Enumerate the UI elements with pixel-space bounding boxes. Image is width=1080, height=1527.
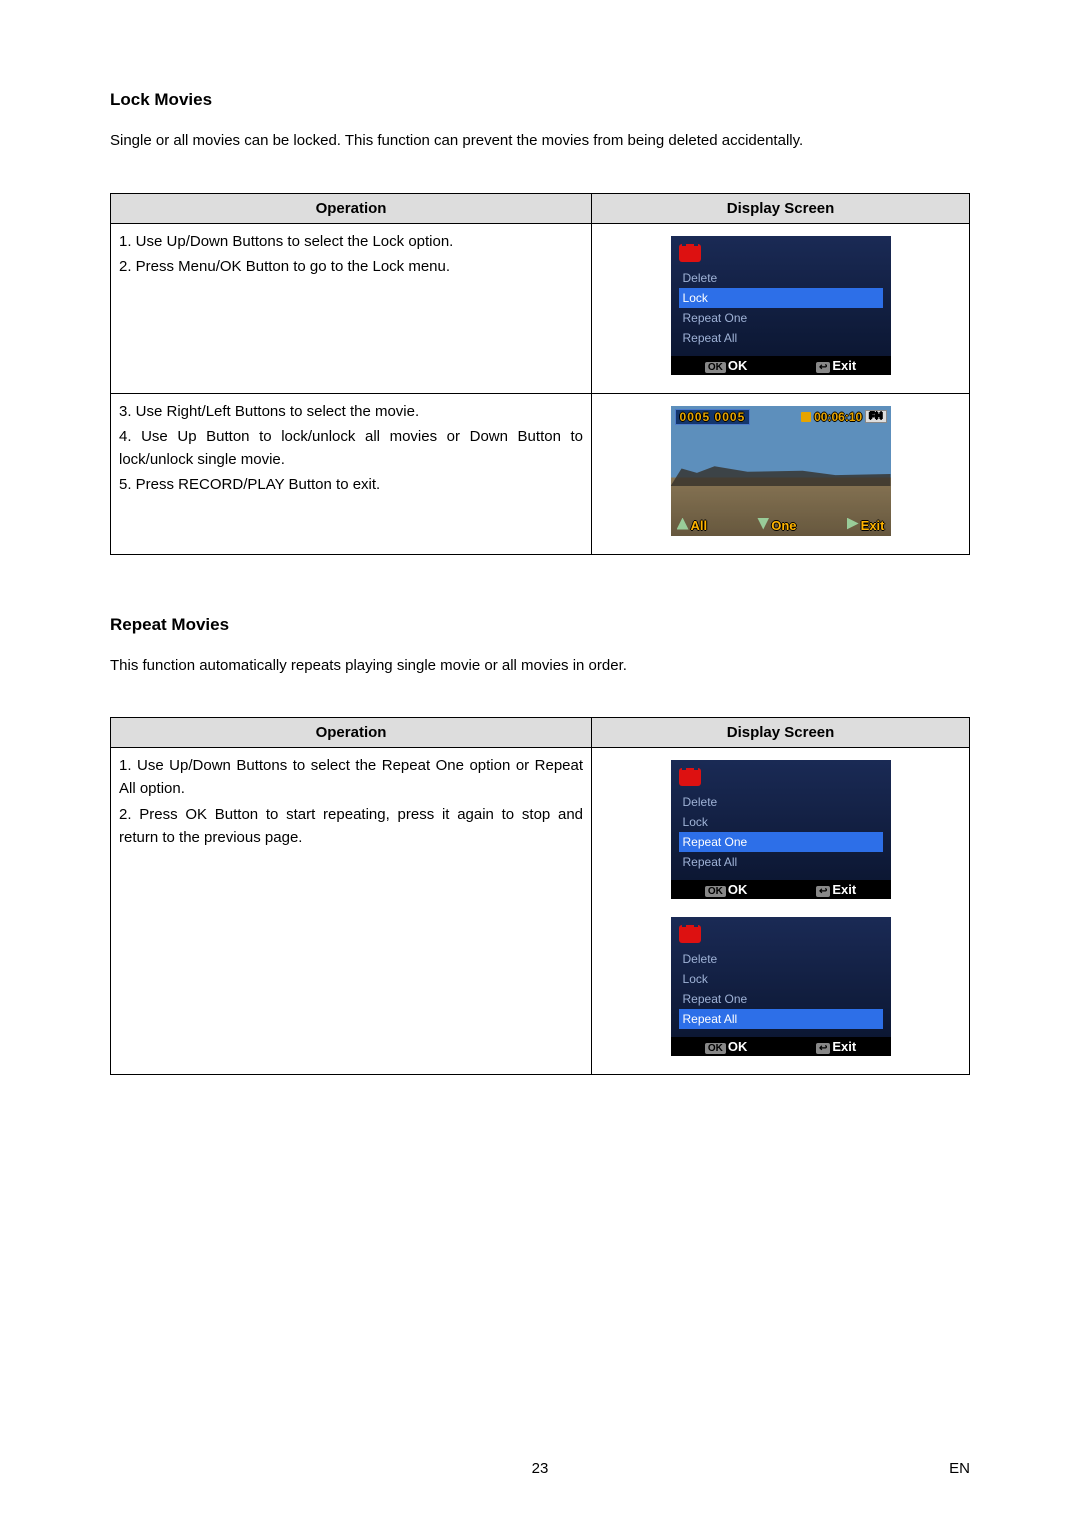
- list-item: 4. Use Up Button to lock/unlock all movi…: [119, 425, 583, 472]
- frame-counter: 0005 0005: [675, 409, 751, 425]
- instruction-list: 3. Use Right/Left Buttons to select the …: [119, 400, 583, 497]
- footer-exit-label: Exit: [832, 358, 856, 373]
- cell-display: Delete Lock Repeat One Repeat All OKOK ↩…: [592, 748, 970, 1075]
- footer-bar: OKOK ↩Exit: [671, 1037, 891, 1056]
- menu-item-repeat-one: Repeat One: [679, 832, 883, 852]
- menu-item-repeat-all: Repeat All: [679, 852, 883, 872]
- heading-repeat-movies: Repeat Movies: [110, 615, 970, 635]
- menu-item-lock: Lock: [679, 288, 883, 308]
- cell-display: 0005 0005 00:06:10 FH All One Exi: [592, 393, 970, 554]
- display-screen-repeat-all: Delete Lock Repeat One Repeat All OKOK ↩…: [671, 917, 891, 1056]
- table-row: 3. Use Right/Left Buttons to select the …: [111, 393, 970, 554]
- cell-operation: 3. Use Right/Left Buttons to select the …: [111, 393, 592, 554]
- ok-pill: OK: [705, 362, 726, 373]
- table-row: 1. Use Up/Down Buttons to select the Loc…: [111, 223, 970, 393]
- menu-item-lock: Lock: [679, 812, 883, 832]
- menu-item-delete: Delete: [679, 268, 883, 288]
- menu-item-repeat-all: Repeat All: [679, 1009, 883, 1029]
- list-item: 1. Use Up/Down Buttons to select the Rep…: [119, 754, 583, 801]
- page-footer: 23 EN: [110, 1460, 970, 1477]
- label-all: All: [691, 518, 708, 533]
- footer-ok-label: OK: [728, 882, 748, 897]
- movie-icon: [679, 925, 701, 943]
- display-screen-playback: 0005 0005 00:06:10 FH All One Exi: [671, 406, 891, 536]
- list-item: 3. Use Right/Left Buttons to select the …: [119, 400, 583, 423]
- return-icon: ↩: [816, 362, 830, 373]
- table-repeat: Operation Display Screen 1. Use Up/Down …: [110, 717, 970, 1075]
- menu-item-repeat-one: Repeat One: [679, 308, 883, 328]
- table-lock: Operation Display Screen 1. Use Up/Down …: [110, 193, 970, 555]
- footer-ok-label: OK: [728, 358, 748, 373]
- cell-display: Delete Lock Repeat One Repeat All OKOK ↩…: [592, 223, 970, 393]
- menu-item-delete: Delete: [679, 792, 883, 812]
- cell-operation: 1. Use Up/Down Buttons to select the Loc…: [111, 223, 592, 393]
- right-icon: [847, 518, 859, 530]
- movie-icon: [679, 244, 701, 262]
- instruction-list: 1. Use Up/Down Buttons to select the Loc…: [119, 230, 583, 279]
- table-row: Operation Display Screen: [111, 193, 970, 223]
- display-screen-repeat-one: Delete Lock Repeat One Repeat All OKOK ↩…: [671, 760, 891, 899]
- footer-exit-label: Exit: [832, 1039, 856, 1054]
- col-header-display: Display Screen: [592, 718, 970, 748]
- elapsed-time: 00:06:10: [814, 410, 862, 424]
- menu-item-repeat-one: Repeat One: [679, 989, 883, 1009]
- quality-badge: FH: [865, 410, 886, 423]
- list-item: 1. Use Up/Down Buttons to select the Loc…: [119, 230, 583, 253]
- col-header-operation: Operation: [111, 193, 592, 223]
- menu-item-delete: Delete: [679, 949, 883, 969]
- movie-icon: [679, 768, 701, 786]
- col-header-display: Display Screen: [592, 193, 970, 223]
- up-icon: [677, 518, 689, 530]
- display-screen-lock-menu: Delete Lock Repeat One Repeat All OKOK ↩…: [671, 236, 891, 375]
- footer-bar: OKOK ↩Exit: [671, 880, 891, 899]
- label-exit: Exit: [861, 518, 885, 533]
- label-one: One: [771, 518, 796, 533]
- menu-item-repeat-all: Repeat All: [679, 328, 883, 348]
- ok-pill: OK: [705, 1043, 726, 1054]
- table-row: Operation Display Screen: [111, 718, 970, 748]
- instruction-list: 1. Use Up/Down Buttons to select the Rep…: [119, 754, 583, 849]
- return-icon: ↩: [816, 886, 830, 897]
- page-number: 23: [532, 1460, 549, 1477]
- heading-lock-movies: Lock Movies: [110, 90, 970, 110]
- footer-ok-label: OK: [728, 1039, 748, 1054]
- lock-icon: [801, 412, 811, 422]
- menu-item-lock: Lock: [679, 969, 883, 989]
- list-item: 2. Press Menu/OK Button to go to the Loc…: [119, 255, 583, 278]
- paragraph-lock-lead: Single or all movies can be locked. This…: [110, 130, 970, 153]
- footer-exit-label: Exit: [832, 882, 856, 897]
- table-row: 1. Use Up/Down Buttons to select the Rep…: [111, 748, 970, 1075]
- ok-pill: OK: [705, 886, 726, 897]
- col-header-operation: Operation: [111, 718, 592, 748]
- page: Lock Movies Single or all movies can be …: [0, 0, 1080, 1527]
- down-icon: [757, 518, 769, 530]
- return-icon: ↩: [816, 1043, 830, 1054]
- list-item: 5. Press RECORD/PLAY Button to exit.: [119, 473, 583, 496]
- paragraph-repeat-lead: This function automatically repeats play…: [110, 655, 970, 678]
- page-language: EN: [949, 1460, 970, 1477]
- list-item: 2. Press OK Button to start repeating, p…: [119, 803, 583, 850]
- cell-operation: 1. Use Up/Down Buttons to select the Rep…: [111, 748, 592, 1075]
- footer-bar: OKOK ↩Exit: [671, 356, 891, 375]
